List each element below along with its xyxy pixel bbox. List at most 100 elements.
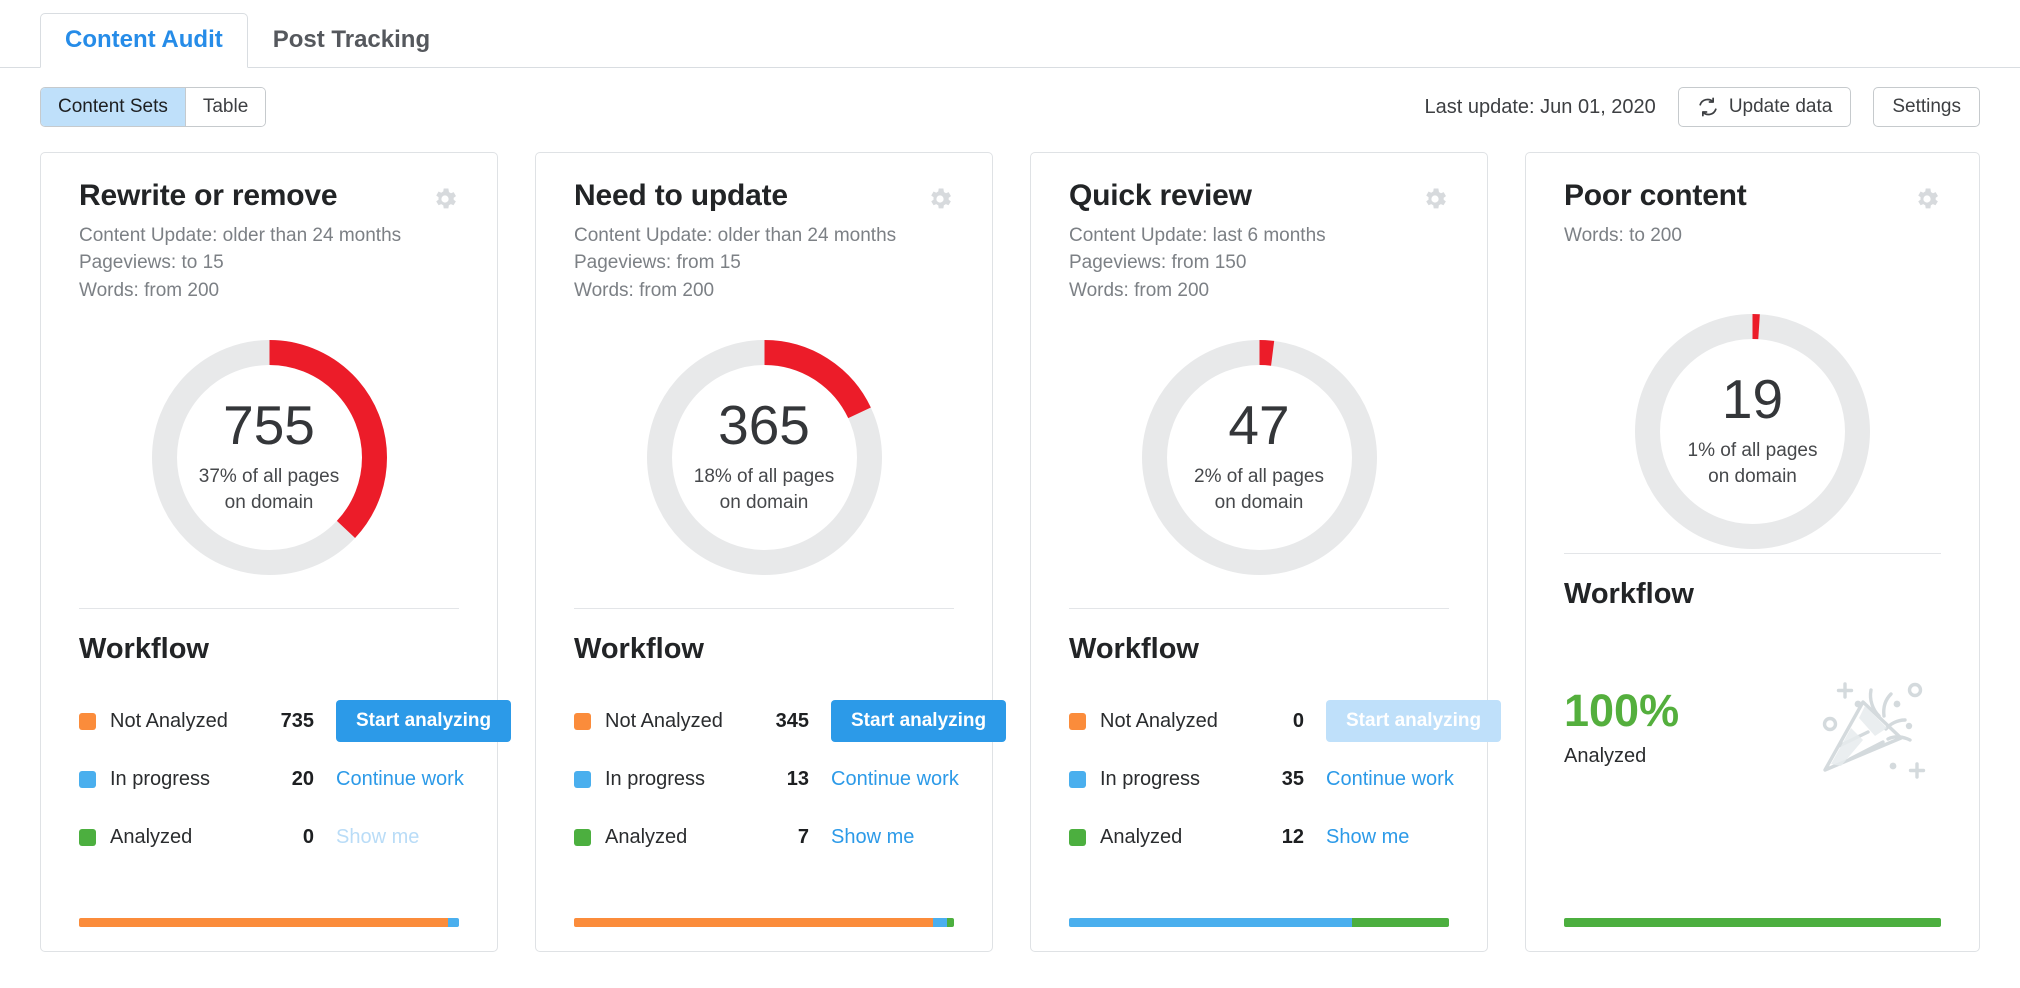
- filter-line: Words: from 200: [574, 277, 954, 304]
- filter-line: Words: from 200: [79, 277, 459, 304]
- donut-subtitle-line2: on domain: [1215, 490, 1304, 516]
- progress-segment-not-analyzed: [79, 918, 448, 927]
- gear-icon[interactable]: [1421, 185, 1449, 213]
- workflow-title: Workflow: [574, 633, 954, 666]
- donut-chart-wrap: 19 1% of all pages on domain: [1564, 249, 1941, 549]
- workflow-label: Analyzed: [110, 826, 260, 849]
- party-popper-icon: [1805, 666, 1935, 791]
- start-analyzing-button[interactable]: Start analyzing: [831, 700, 1006, 742]
- status-swatch-in-progress: [574, 771, 591, 788]
- workflow-action: Show me: [831, 826, 914, 849]
- workflow-label: Not Analyzed: [605, 710, 755, 733]
- donut-value: 755: [223, 398, 315, 453]
- tab-content-audit-label: Content Audit: [65, 26, 223, 53]
- workflow-row-not-analyzed: Not Analyzed 0 Start analyzing: [1069, 692, 1449, 750]
- status-swatch-analyzed: [574, 829, 591, 846]
- workflow-count: 345: [755, 710, 809, 733]
- donut-chart: 47 2% of all pages on domain: [1137, 335, 1382, 580]
- progress-segment-analyzed: [1352, 918, 1449, 927]
- status-swatch-not-analyzed: [1069, 713, 1086, 730]
- filter-line: Content Update: older than 24 months: [79, 222, 459, 249]
- view-mode-switch: Content Sets Table: [40, 87, 266, 127]
- continue-work-link[interactable]: Continue work: [1326, 768, 1454, 790]
- filter-line: Content Update: last 6 months: [1069, 222, 1449, 249]
- settings-button[interactable]: Settings: [1873, 87, 1980, 127]
- workflow-action: Show me: [1326, 826, 1409, 849]
- workflow-title: Workflow: [1564, 578, 1941, 611]
- donut-value: 47: [1228, 398, 1289, 453]
- tab-post-tracking-label: Post Tracking: [273, 26, 430, 53]
- workflow-label: In progress: [1100, 768, 1250, 791]
- tab-content-audit[interactable]: Content Audit: [40, 13, 248, 68]
- status-swatch-in-progress: [1069, 771, 1086, 788]
- content-set-card: Rewrite or remove Content Update: older …: [40, 152, 498, 952]
- main-tabbar: Content Audit Post Tracking: [0, 0, 2020, 68]
- progress-segment-not-analyzed: [574, 918, 933, 927]
- workflow-label: Analyzed: [605, 826, 755, 849]
- donut-subtitle-line1: 1% of all pages: [1688, 438, 1818, 464]
- workflow-count: 35: [1250, 768, 1304, 791]
- card-divider: [1069, 608, 1449, 609]
- workflow-progress-bar: [1564, 918, 1941, 927]
- gear-icon[interactable]: [1913, 185, 1941, 213]
- settings-label: Settings: [1892, 96, 1961, 118]
- content-set-card: Poor content Words: to 200 19 1% of a: [1525, 152, 1980, 952]
- update-data-button[interactable]: Update data: [1678, 87, 1852, 127]
- filter-line: Words: from 200: [1069, 277, 1449, 304]
- card-title: Poor content: [1564, 179, 1941, 213]
- workflow-label: In progress: [605, 768, 755, 791]
- completion-caption: Analyzed: [1564, 745, 1679, 768]
- card-filters: Content Update: last 6 months Pageviews:…: [1069, 222, 1449, 304]
- status-swatch-analyzed: [1069, 829, 1086, 846]
- workflow-progress-bar: [574, 918, 954, 927]
- donut-chart: 755 37% of all pages on domain: [147, 335, 392, 580]
- workflow-progress-bar: [79, 918, 459, 927]
- gear-icon[interactable]: [431, 185, 459, 213]
- workflow-label: Analyzed: [1100, 826, 1250, 849]
- workflow-rows: Not Analyzed 0 Start analyzing In progre…: [1069, 692, 1449, 866]
- workflow-action: Show me: [336, 826, 419, 849]
- gear-icon[interactable]: [926, 185, 954, 213]
- card-divider: [79, 608, 459, 609]
- donut-subtitle-line1: 18% of all pages: [694, 464, 835, 490]
- workflow-action: Continue work: [831, 768, 959, 791]
- card-divider: [574, 608, 954, 609]
- workflow-row-analyzed: Analyzed 0 Show me: [79, 808, 459, 866]
- completion-stat: 100% Analyzed: [1564, 688, 1679, 768]
- view-mode-content-sets[interactable]: Content Sets: [41, 88, 186, 126]
- content-sets-grid: Rewrite or remove Content Update: older …: [0, 130, 2020, 952]
- filter-line: Content Update: older than 24 months: [574, 222, 954, 249]
- start-analyzing-button: Start analyzing: [1326, 700, 1501, 742]
- workflow-label: In progress: [110, 768, 260, 791]
- start-analyzing-button[interactable]: Start analyzing: [336, 700, 511, 742]
- show-me-link[interactable]: Show me: [1326, 826, 1409, 848]
- workflow-row-analyzed: Analyzed 7 Show me: [574, 808, 954, 866]
- progress-segment-analyzed: [947, 918, 954, 927]
- card-header: Rewrite or remove Content Update: older …: [79, 179, 459, 304]
- donut-value: 365: [718, 398, 810, 453]
- progress-segment-analyzed: [1564, 918, 1941, 927]
- continue-work-link[interactable]: Continue work: [831, 768, 959, 790]
- workflow-complete-panel: 100% Analyzed: [1564, 641, 1941, 815]
- card-title: Rewrite or remove: [79, 179, 459, 213]
- card-header: Quick review Content Update: last 6 mont…: [1069, 179, 1449, 304]
- donut-subtitle-line2: on domain: [1708, 464, 1797, 490]
- workflow-title: Workflow: [79, 633, 459, 666]
- workflow-action: Start analyzing: [1326, 700, 1501, 742]
- workflow-count: 12: [1250, 826, 1304, 849]
- workflow-count: 13: [755, 768, 809, 791]
- status-swatch-not-analyzed: [79, 713, 96, 730]
- view-mode-table[interactable]: Table: [186, 88, 265, 126]
- tab-post-tracking[interactable]: Post Tracking: [248, 13, 455, 67]
- continue-work-link[interactable]: Continue work: [336, 768, 464, 790]
- show-me-link[interactable]: Show me: [831, 826, 914, 848]
- workflow-count: 20: [260, 768, 314, 791]
- workflow-title: Workflow: [1069, 633, 1449, 666]
- progress-segment-in-progress: [448, 918, 459, 927]
- workflow-action: Continue work: [1326, 768, 1454, 791]
- workflow-action: Start analyzing: [831, 700, 1006, 742]
- filter-line: Pageviews: from 150: [1069, 249, 1449, 276]
- view-mode-content-sets-label: Content Sets: [58, 96, 168, 118]
- donut-subtitle-line1: 2% of all pages: [1194, 464, 1324, 490]
- card-header: Poor content Words: to 200: [1564, 179, 1941, 249]
